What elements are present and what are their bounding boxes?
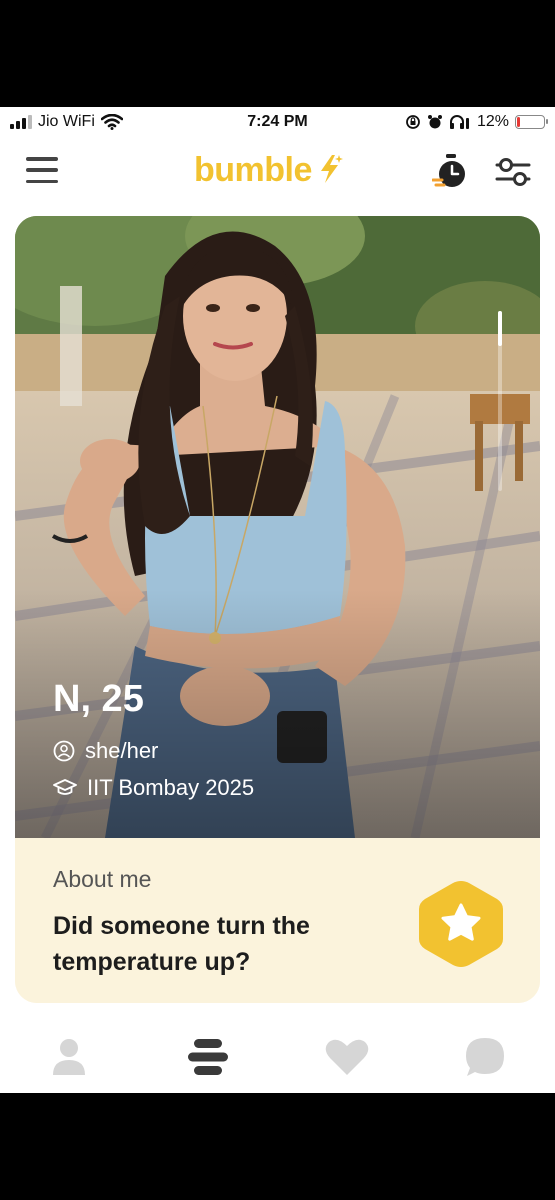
status-bar: Jio WiFi 7:24 PM 12%: [0, 107, 555, 139]
battery-level: [517, 117, 520, 127]
app-screen: Jio WiFi 7:24 PM 12% bumble N, 25 she/he…: [0, 107, 555, 1093]
discover-tab[interactable]: [183, 1032, 233, 1082]
about-section: About me Did someone turn the temperatur…: [15, 838, 540, 1003]
stopwatch-button[interactable]: [431, 153, 470, 191]
app-logo: bumble: [194, 151, 344, 190]
discover-stack-icon: [188, 1039, 228, 1075]
profile-tab[interactable]: [44, 1032, 94, 1082]
profile-photo[interactable]: N, 25 she/her IIT Bombay 2025: [15, 216, 540, 838]
status-right: 12%: [405, 113, 548, 131]
battery-icon: [515, 115, 548, 129]
bolt-icon: [320, 155, 343, 183]
heart-icon: [325, 1039, 369, 1075]
chat-bubble-icon: [466, 1038, 504, 1076]
alarm-icon: [427, 115, 442, 129]
headphones-icon: [449, 115, 469, 129]
person-icon: [53, 1039, 85, 1075]
about-text: Did someone turn the temperature up?: [53, 912, 310, 976]
about-title: About me: [53, 866, 152, 892]
star-icon: [419, 881, 503, 967]
graduation-cap-icon: [53, 779, 77, 795]
battery-percent: 12%: [476, 113, 509, 130]
bottom-tab-bar: [0, 1022, 555, 1092]
app-header: bumble: [0, 139, 555, 211]
logo-text: bumble: [194, 151, 312, 189]
filter-button[interactable]: [495, 155, 531, 189]
stopwatch-icon: [431, 154, 465, 187]
filter-icon: [495, 158, 531, 186]
profile-name-age: N, 25: [53, 678, 144, 720]
menu-icon[interactable]: [26, 155, 58, 185]
profile-card[interactable]: N, 25 she/her IIT Bombay 2025 About me D…: [15, 216, 540, 1003]
chats-tab[interactable]: [460, 1032, 510, 1082]
pronouns-label: she/her: [85, 738, 159, 763]
rotation-lock-icon: [406, 115, 420, 129]
person-circle-icon: [53, 740, 75, 762]
education-row: IIT Bombay 2025: [53, 775, 254, 801]
education-label: IIT Bombay 2025: [87, 775, 255, 800]
pronouns-row: she/her: [53, 738, 158, 764]
photo-scroll-indicator: [498, 311, 502, 491]
liked-you-tab[interactable]: [322, 1032, 372, 1082]
superswipe-button[interactable]: [417, 878, 505, 970]
